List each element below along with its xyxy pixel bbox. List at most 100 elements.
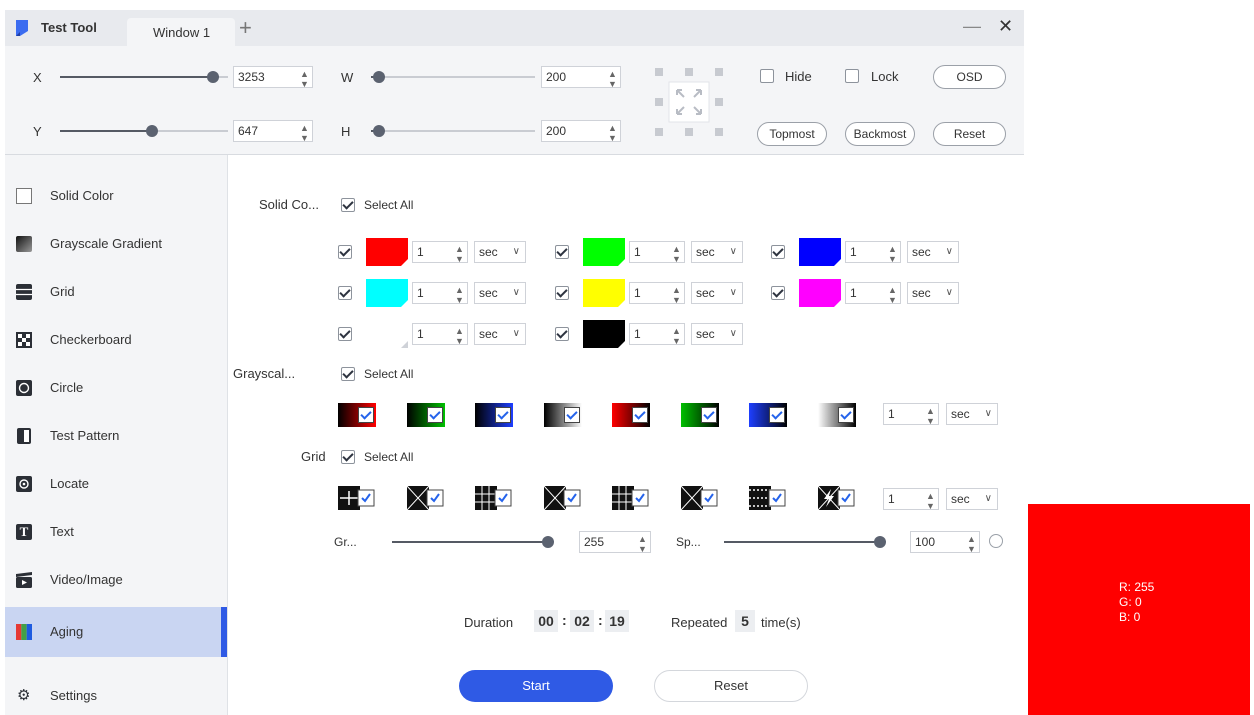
grid-pattern-thumb[interactable] (543, 486, 582, 510)
w-slider-handle[interactable] (373, 71, 386, 83)
solid-duration-input[interactable]: 1 ▲ ▼ (629, 241, 685, 264)
grid-unit-select[interactable]: sec ∨ (946, 488, 998, 510)
color-swatch[interactable] (799, 279, 841, 307)
color-swatch[interactable] (799, 238, 841, 266)
y-input[interactable]: 647 ▲ ▼ (233, 120, 313, 143)
grid-duration-input[interactable]: 1 ▲ ▼ (883, 488, 939, 511)
y-slider-handle[interactable] (146, 125, 159, 137)
grayscale-gradient-thumb[interactable] (680, 403, 719, 427)
color-swatch[interactable] (366, 320, 408, 348)
solid-unit-select[interactable]: sec ∨ (907, 282, 959, 304)
reset-button[interactable]: Reset (654, 670, 808, 702)
h-slider-track[interactable] (371, 130, 535, 132)
grayscale-checkbox[interactable] (769, 407, 785, 423)
grayscale-checkbox[interactable] (700, 407, 717, 423)
grayscale-checkbox[interactable] (563, 407, 580, 423)
h-input[interactable]: 200 ▲ ▼ (541, 120, 621, 143)
grayscale-checkbox[interactable] (837, 407, 854, 423)
sidebar-item-circle[interactable]: Circle (5, 364, 227, 412)
anchor-grid-icon[interactable] (653, 66, 725, 138)
sidebar-item-grid[interactable]: Grid (5, 268, 227, 316)
minutes-field[interactable]: 02 (570, 610, 594, 632)
solid-color-checkbox[interactable] (771, 286, 785, 300)
solid-color-checkbox[interactable] (555, 286, 569, 300)
add-tab-icon[interactable]: + (239, 15, 252, 41)
solid-duration-input[interactable]: 1 ▲ ▼ (412, 282, 468, 305)
close-icon[interactable]: ✕ (998, 16, 1013, 37)
grayscale-select-all-checkbox[interactable] (341, 367, 355, 381)
loop-radio[interactable] (989, 534, 1003, 548)
w-input[interactable]: 200 ▲ ▼ (541, 66, 621, 89)
sidebar-item-test-pattern[interactable]: Test Pattern (5, 412, 227, 460)
stepper-icon[interactable]: ▲ ▼ (672, 285, 681, 305)
grayscale-gradient-thumb[interactable] (543, 403, 582, 427)
h-slider-handle[interactable] (373, 125, 386, 137)
solid-unit-select[interactable]: sec ∨ (907, 241, 959, 263)
sidebar-item-text[interactable]: T Text (5, 508, 227, 556)
stepper-icon[interactable]: ▲ ▼ (455, 326, 464, 346)
seconds-field[interactable]: 19 (605, 610, 629, 632)
color-swatch[interactable] (366, 238, 408, 266)
grayscale-duration-input[interactable]: 1 ▲ ▼ (883, 403, 939, 426)
grayscale-checkbox[interactable] (426, 407, 443, 423)
stepper-icon[interactable]: ▲ ▼ (888, 285, 897, 305)
color-swatch[interactable] (583, 238, 625, 266)
sidebar-item-checkerboard[interactable]: Checkerboard (5, 316, 227, 364)
speed-handle[interactable] (874, 536, 886, 548)
stepper-icon[interactable]: ▲ ▼ (672, 326, 681, 346)
solid-color-checkbox[interactable] (338, 286, 352, 300)
hours-field[interactable]: 00 (534, 610, 558, 632)
sidebar-item-video-image[interactable]: Video/Image (5, 556, 227, 604)
solid-duration-input[interactable]: 1 ▲ ▼ (412, 323, 468, 346)
gray-level-handle[interactable] (542, 536, 554, 548)
tab-window-1[interactable]: Window 1 (127, 18, 235, 46)
solid-duration-input[interactable]: 1 ▲ ▼ (412, 241, 468, 264)
grid-pattern-thumb[interactable] (475, 486, 513, 510)
solid-color-checkbox[interactable] (555, 245, 569, 259)
grid-pattern-thumb[interactable] (612, 486, 650, 510)
lock-checkbox[interactable] (845, 69, 859, 83)
gray-level-input[interactable]: 255 ▲ ▼ (579, 531, 651, 554)
stepper-icon[interactable]: ▲ ▼ (926, 491, 935, 511)
reset-position-button[interactable]: Reset (933, 122, 1006, 146)
stepper-icon[interactable]: ▲ ▼ (455, 285, 464, 305)
grid-pattern-thumb[interactable] (749, 486, 787, 510)
solid-duration-input[interactable]: 1 ▲ ▼ (629, 282, 685, 305)
hide-checkbox[interactable] (760, 69, 774, 83)
solid-color-checkbox[interactable] (338, 245, 352, 259)
grayscale-gradient-thumb[interactable] (475, 403, 513, 427)
color-swatch[interactable] (583, 279, 625, 307)
stepper-icon[interactable]: ▲ ▼ (455, 244, 464, 264)
stepper-icon[interactable]: ▲ ▼ (926, 406, 935, 426)
stepper-icon[interactable]: ▲ ▼ (888, 244, 897, 264)
grayscale-unit-select[interactable]: sec ∨ (946, 403, 998, 425)
sidebar-item-aging[interactable]: Aging (5, 607, 227, 657)
minimize-icon[interactable]: — (963, 16, 981, 37)
h-stepper-icon[interactable]: ▲ ▼ (608, 123, 617, 143)
grayscale-gradient-thumb[interactable] (749, 403, 787, 427)
repeat-count-field[interactable]: 5 (735, 610, 755, 632)
grayscale-gradient-thumb[interactable] (338, 403, 376, 427)
sidebar-item-settings[interactable]: ⚙ Settings (5, 678, 227, 714)
topmost-button[interactable]: Topmost (757, 122, 827, 146)
osd-button[interactable]: OSD (933, 65, 1006, 89)
solid-select-all-checkbox[interactable] (341, 198, 355, 212)
solid-unit-select[interactable]: sec ∨ (691, 241, 743, 263)
grayscale-checkbox[interactable] (358, 407, 374, 423)
solid-unit-select[interactable]: sec ∨ (691, 282, 743, 304)
x-slider-handle[interactable] (206, 71, 219, 83)
stepper-icon[interactable]: ▲ ▼ (967, 534, 976, 554)
grid-pattern-thumb[interactable] (406, 486, 445, 510)
grayscale-checkbox[interactable] (632, 407, 648, 423)
speed-input[interactable]: 100 ▲ ▼ (910, 531, 980, 554)
solid-unit-select[interactable]: sec ∨ (691, 323, 743, 345)
w-slider-track[interactable] (371, 76, 535, 78)
sidebar-item-solid-color[interactable]: Solid Color (5, 172, 227, 220)
w-stepper-icon[interactable]: ▲ ▼ (608, 69, 617, 89)
grid-pattern-thumb[interactable] (338, 486, 376, 510)
y-stepper-icon[interactable]: ▲ ▼ (300, 123, 309, 143)
solid-unit-select[interactable]: sec ∨ (474, 282, 526, 304)
solid-unit-select[interactable]: sec ∨ (474, 323, 526, 345)
x-stepper-icon[interactable]: ▲ ▼ (300, 69, 309, 89)
grid-pattern-thumb[interactable] (817, 486, 856, 510)
